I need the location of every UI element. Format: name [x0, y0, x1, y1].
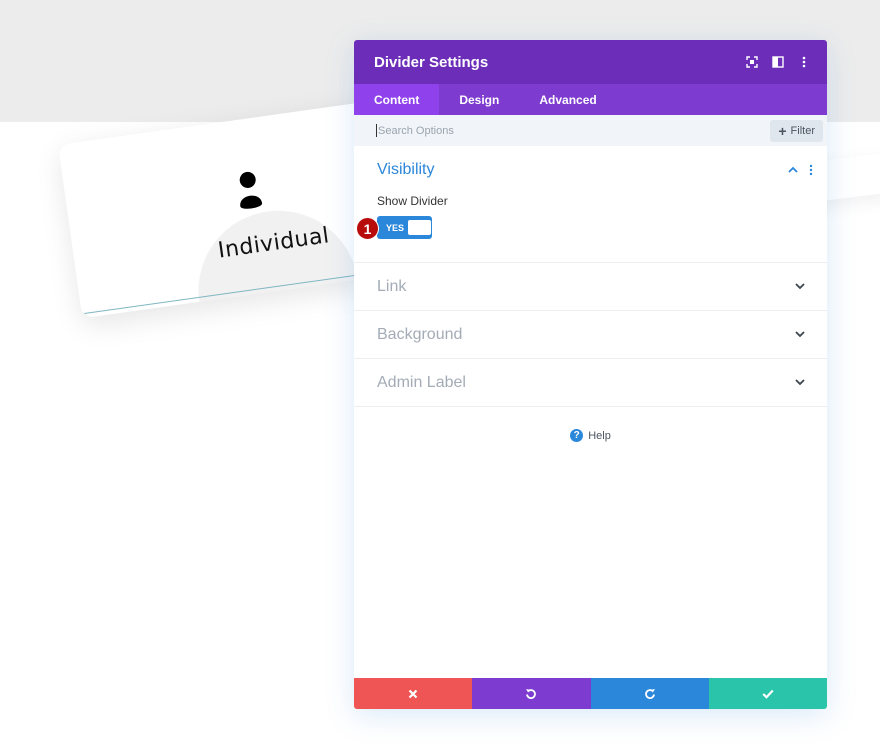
undo-icon: [526, 688, 537, 699]
divider-settings-panel: Divider Settings Content Design Advanced…: [354, 40, 827, 709]
chevron-up-icon[interactable]: [786, 163, 800, 177]
section-admin-label: Admin Label: [354, 359, 827, 407]
chevron-down-icon[interactable]: [793, 328, 807, 342]
filter-label: Filter: [790, 124, 815, 137]
section-admin-label-title: Admin Label: [377, 373, 466, 391]
check-icon: [762, 689, 774, 699]
section-link-title: Link: [377, 277, 407, 295]
redo-icon: [644, 688, 655, 699]
section-visibility-body: Show Divider YES 1: [354, 194, 827, 262]
help-link[interactable]: ? Help: [354, 429, 827, 442]
show-divider-label: Show Divider: [377, 194, 448, 208]
help-label: Help: [588, 429, 611, 442]
panel-tabs: Content Design Advanced: [354, 84, 827, 115]
section-more-icon[interactable]: [806, 164, 816, 176]
section-background-title: Background: [377, 325, 463, 343]
toggle-yes-label: YES: [386, 222, 405, 233]
chevron-down-icon[interactable]: [793, 376, 807, 390]
sidebar-layout-icon[interactable]: [765, 49, 791, 75]
plus-icon: +: [778, 122, 787, 139]
section-visibility-header[interactable]: Visibility: [354, 146, 827, 193]
discard-button[interactable]: [354, 678, 473, 709]
section-visibility-title: Visibility: [377, 160, 435, 178]
section-background: Background: [354, 311, 827, 359]
save-button[interactable]: [708, 678, 827, 709]
panel-title: Divider Settings: [374, 53, 489, 71]
section-visibility: Visibility Show Divider YES 1: [354, 146, 827, 263]
expand-icon[interactable]: [739, 49, 765, 75]
panel-footer: [354, 678, 827, 709]
undo-button[interactable]: [472, 678, 591, 709]
section-admin-label-header[interactable]: Admin Label: [354, 359, 827, 406]
search-row: + Filter: [354, 115, 827, 146]
header-icons: [739, 49, 817, 75]
step-number-badge: 1: [356, 217, 379, 240]
panel-header: Divider Settings: [354, 40, 827, 84]
tab-design[interactable]: Design: [439, 84, 519, 115]
more-vertical-icon[interactable]: [791, 49, 817, 75]
section-link-header[interactable]: Link: [354, 263, 827, 310]
section-link: Link: [354, 263, 827, 311]
show-divider-toggle[interactable]: YES: [377, 216, 432, 239]
toggle-knob: [408, 220, 431, 235]
filter-button[interactable]: + Filter: [770, 119, 823, 142]
help-icon: ?: [570, 429, 584, 442]
redo-button[interactable]: [590, 678, 709, 709]
section-background-header[interactable]: Background: [354, 311, 827, 358]
chevron-down-icon[interactable]: [793, 280, 807, 294]
tab-advanced[interactable]: Advanced: [519, 84, 616, 115]
close-icon: [408, 689, 418, 698]
tab-content[interactable]: Content: [354, 84, 440, 115]
person-icon: [239, 171, 263, 209]
search-options-input[interactable]: [376, 124, 771, 137]
